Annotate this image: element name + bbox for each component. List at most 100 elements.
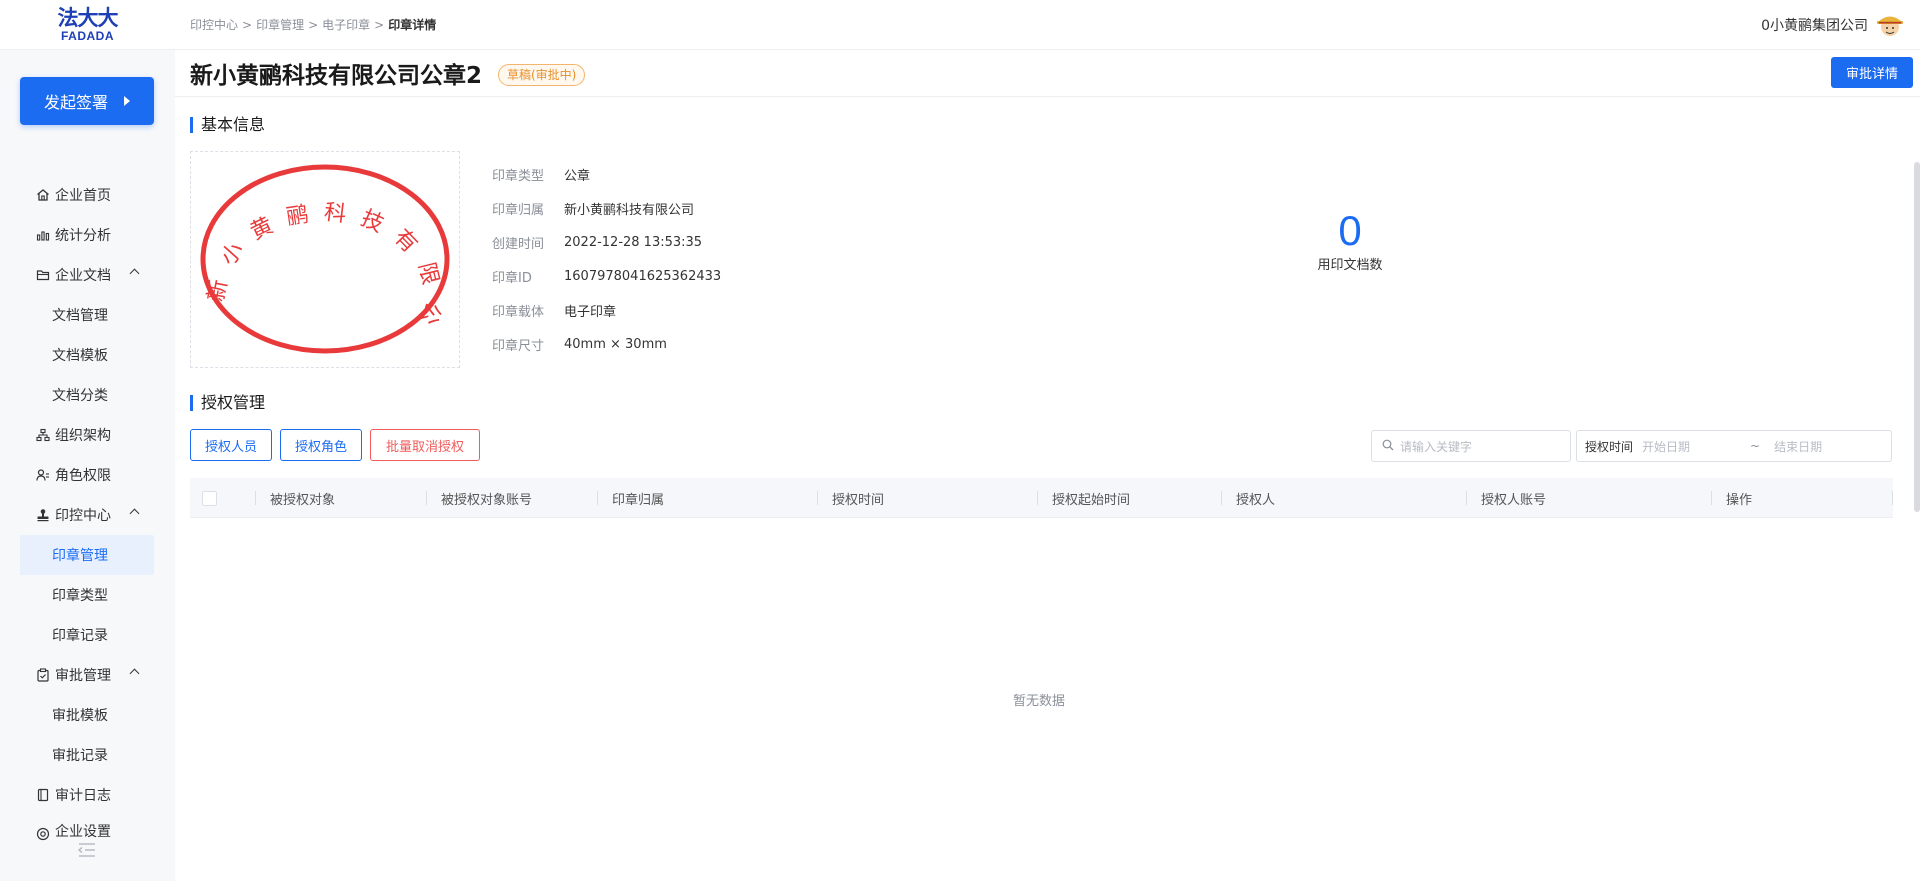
company-name: 0小黄鹂集团公司	[1761, 17, 1868, 34]
sidebar-item-enterprise-settings[interactable]: 企业设置	[20, 815, 154, 841]
column-auth-time[interactable]: 授权时间	[832, 478, 884, 518]
batch-cancel-auth-button[interactable]: 批量取消授权	[370, 429, 480, 461]
sidebar-item-enterprise-home[interactable]: 企业首页	[20, 175, 154, 215]
sidebar-item-label: 统计分析	[55, 228, 111, 244]
sidebar-item-audit-log[interactable]: 审计日志	[20, 775, 154, 815]
sidebar-collapse-icon[interactable]	[77, 842, 97, 858]
sidebar-item-org-structure[interactable]: 组织架构	[20, 415, 154, 455]
sidebar-item-label: 印章管理	[52, 548, 108, 564]
info-value: 40mm × 30mm	[564, 336, 667, 352]
authorize-people-button[interactable]: 授权人员	[190, 429, 272, 461]
breadcrumb-item-seal-management[interactable]: 印章管理	[256, 16, 304, 33]
sidebar-item-doc-management[interactable]: 文档管理	[20, 295, 154, 335]
info-label: 印章ID	[492, 270, 532, 286]
approval-detail-button[interactable]: 审批详情	[1831, 57, 1913, 88]
start-signing-label: 发起签署	[43, 93, 108, 112]
breadcrumb-item-seal-center[interactable]: 印控中心	[190, 16, 238, 33]
start-signing-button[interactable]: 发起签署	[20, 77, 154, 125]
date-start-input[interactable]: 开始日期	[1642, 438, 1690, 455]
sidebar-item-label: 角色权限	[55, 468, 111, 484]
info-label: 印章尺寸	[492, 338, 545, 354]
sidebar-item-label: 印章记录	[52, 628, 108, 644]
info-row-seal-type: 印章类型 公章	[492, 157, 721, 191]
chart-icon	[36, 228, 50, 242]
sidebar-item-label: 文档管理	[52, 308, 108, 324]
chevron-up-icon[interactable]	[129, 268, 140, 279]
sidebar-item-label: 审批记录	[52, 748, 108, 764]
sidebar-item-label: 审批模板	[52, 708, 108, 724]
sidebar-item-enterprise-docs[interactable]: 企业文档	[20, 255, 154, 295]
chevron-up-icon[interactable]	[129, 508, 140, 519]
seal-preview: 新小黄鹂科技有限公司	[173, 133, 460, 368]
sidebar-item-seal-record[interactable]: 印章记录	[20, 615, 154, 655]
empty-state: 暂无数据	[1013, 694, 1066, 709]
info-row-seal-carrier: 印章载体 电子印章	[492, 293, 721, 327]
home-icon	[36, 188, 50, 202]
status-badge: 草稿(审批中)	[498, 64, 586, 86]
info-row-seal-owner: 印章归属 新小黄鹂科技有限公司	[492, 191, 721, 225]
book-icon	[36, 788, 50, 802]
breadcrumb: 印控中心 > 印章管理 > 电子印章 > 印章详情	[190, 16, 437, 33]
sidebar-item-label: 文档模板	[52, 348, 108, 364]
clipboard-icon	[36, 668, 50, 682]
column-seal-owner[interactable]: 印章归属	[612, 478, 664, 518]
org-icon	[36, 428, 50, 442]
info-label: 印章类型	[492, 168, 545, 184]
authorize-role-button[interactable]: 授权角色	[280, 429, 362, 461]
keyword-search-input[interactable]: 请输入关键字	[1371, 430, 1571, 462]
sidebar-item-doc-template[interactable]: 文档模板	[20, 335, 154, 375]
sidebar-item-seal-center[interactable]: 印控中心	[20, 495, 154, 535]
breadcrumb-item-electronic-seal[interactable]: 电子印章	[322, 16, 370, 33]
sidebar-item-seal-management[interactable]: 印章管理	[20, 535, 154, 575]
info-row-seal-id: 印章ID 1607978041625362433	[492, 259, 721, 293]
sidebar-item-approval-template[interactable]: 审批模板	[20, 695, 154, 735]
info-row-seal-size: 印章尺寸 40mm × 30mm	[492, 327, 721, 361]
role-icon	[36, 468, 50, 482]
basic-info-title: 基本信息	[190, 117, 265, 133]
sidebar-item-approval-management[interactable]: 审批管理	[20, 655, 154, 695]
sidebar-item-label: 企业文档	[55, 268, 111, 284]
sidebar-item-role-permission[interactable]: 角色权限	[20, 455, 154, 495]
chevron-up-icon[interactable]	[129, 668, 140, 679]
info-value: 电子印章	[564, 304, 617, 320]
auth-date-range-picker[interactable]: 授权时间 开始日期 ~ 结束日期	[1576, 430, 1892, 462]
stamp-icon	[36, 508, 50, 522]
sidebar-item-label: 组织架构	[55, 428, 111, 444]
sidebar-item-label: 审计日志	[55, 788, 111, 804]
date-separator: ~	[1750, 439, 1761, 453]
breadcrumb-item-seal-detail: 印章详情	[388, 18, 437, 32]
column-operation: 操作	[1726, 492, 1753, 508]
main-content: 新小黄鹂科技有限公司公章2 草稿(审批中) 审批详情 基本信息 新小黄鹂科技有限…	[173, 50, 1920, 881]
caret-right-icon	[124, 96, 130, 106]
column-authorizer-account[interactable]: 授权人账号	[1481, 478, 1546, 518]
column-authorized-account[interactable]: 被授权对象账号	[441, 478, 532, 518]
avatar[interactable]	[1874, 8, 1906, 41]
doc-count-label: 用印文档数	[1317, 258, 1383, 273]
folder-icon	[36, 268, 50, 282]
info-label: 印章载体	[492, 304, 545, 320]
company-switcher[interactable]: 0小黄鹂集团公司	[1761, 8, 1906, 41]
sidebar-item-approval-record[interactable]: 审批记录	[20, 735, 154, 775]
info-label: 印章归属	[492, 202, 545, 218]
auth-management-title: 授权管理	[190, 395, 265, 411]
sidebar-item-label: 文档分类	[52, 388, 108, 404]
date-range-label: 授权时间	[1585, 439, 1634, 454]
column-auth-start-time[interactable]: 授权起始时间	[1052, 478, 1130, 518]
info-value: 新小黄鹂科技有限公司	[564, 202, 695, 218]
sidebar-item-label: 审批管理	[55, 668, 111, 684]
page-title: 新小黄鹂科技有限公司公章2	[190, 63, 483, 89]
sidebar-item-seal-type[interactable]: 印章类型	[20, 575, 154, 615]
top-bar: 法大大 FADADA 印控中心 > 印章管理 > 电子印章 > 印章详情 0小黄…	[0, 0, 1920, 50]
fadada-logo[interactable]: 法大大 FADADA	[0, 0, 175, 50]
sidebar-item-doc-category[interactable]: 文档分类	[20, 375, 154, 415]
sidebar-item-statistics[interactable]: 统计分析	[20, 215, 154, 255]
column-authorizer[interactable]: 授权人	[1236, 478, 1275, 518]
page-scrollbar[interactable]	[1914, 162, 1920, 512]
doc-count-value: 0	[1338, 207, 1362, 254]
select-all-checkbox[interactable]	[202, 491, 217, 506]
auth-table-header: 被授权对象 被授权对象账号 印章归属 授权时间 授权起始时间 授权人 授权人账号…	[190, 478, 1893, 518]
column-authorized-object[interactable]: 被授权对象	[270, 478, 335, 518]
logo-cn-text: 法大大	[57, 5, 119, 30]
seal-info-list: 印章类型 公章 印章归属 新小黄鹂科技有限公司 创建时间 2022-12-28 …	[492, 157, 721, 361]
date-end-input[interactable]: 结束日期	[1774, 438, 1822, 455]
